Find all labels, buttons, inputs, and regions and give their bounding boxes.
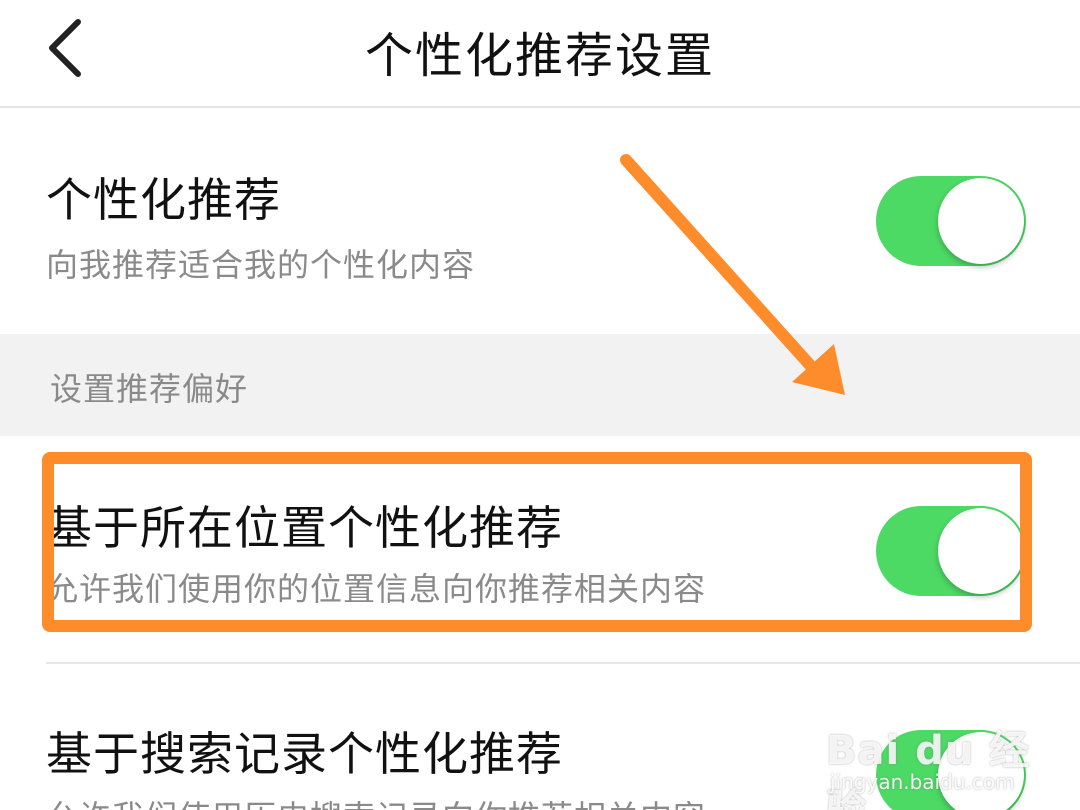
toggle-knob	[938, 732, 1024, 810]
personalized-toggle[interactable]	[876, 176, 1026, 266]
toggle-knob	[938, 178, 1024, 264]
section-label: 设置推荐偏好	[50, 370, 249, 408]
search-history-toggle[interactable]	[876, 730, 1026, 810]
setting-title: 基于所在位置个性化推荐	[46, 501, 563, 555]
settings-screen: 个性化推荐设置 个性化推荐 向我推荐适合我的个性化内容 设置推荐偏好 基于所在位…	[0, 0, 1080, 810]
setting-title: 个性化推荐	[46, 173, 281, 227]
setting-title: 基于搜索记录个性化推荐	[46, 727, 563, 781]
setting-subtitle: 允许我们使用你的位置信息向你推荐相关内容	[46, 570, 707, 608]
setting-row-search-history: 基于搜索记录个性化推荐 允许我们使用历史搜索记录向你推荐相关内容	[0, 664, 1080, 810]
toggle-knob	[938, 508, 1024, 594]
setting-subtitle: 允许我们使用历史搜索记录向你推荐相关内容	[46, 792, 706, 810]
setting-row-location: 基于所在位置个性化推荐 允许我们使用你的位置信息向你推荐相关内容	[0, 436, 1080, 662]
location-toggle[interactable]	[876, 506, 1026, 596]
top-nav-bar: 个性化推荐设置	[0, 0, 1080, 108]
setting-subtitle: 向我推荐适合我的个性化内容	[46, 246, 476, 284]
section-header: 设置推荐偏好	[0, 334, 1080, 436]
page-title: 个性化推荐设置	[364, 28, 715, 84]
setting-row-personalized: 个性化推荐 向我推荐适合我的个性化内容	[0, 110, 1080, 334]
